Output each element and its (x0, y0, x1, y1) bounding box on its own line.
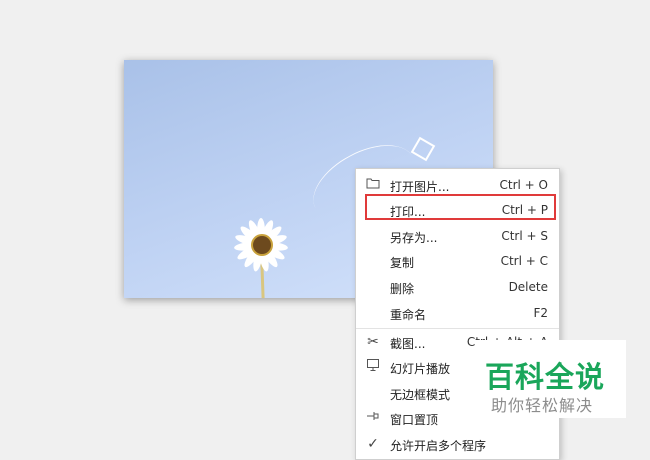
menu-item-open-image[interactable]: 打开图片... Ctrl + O (356, 173, 559, 198)
watermark-subtitle: 助你轻松解决 (491, 396, 594, 415)
watermark-title: 百科全说 (485, 360, 606, 394)
watermark: 百科全说 助你轻松解决 (475, 340, 626, 418)
menu-item-print[interactable]: 打印... Ctrl + P (356, 198, 559, 223)
menu-item-copy[interactable]: 复制 Ctrl + C (356, 249, 559, 274)
check-icon: ✓ (367, 436, 379, 452)
menu-item-allow-multiple[interactable]: ✓ 允许开启多个程序 (356, 432, 559, 457)
menu-item-rename[interactable]: 重命名 F2 (356, 301, 559, 326)
menu-item-delete[interactable]: 删除 Delete (356, 275, 559, 300)
scissors-icon: ✂ (367, 334, 379, 350)
kite-shape (410, 136, 436, 162)
daisy-flower (231, 215, 291, 275)
slideshow-icon (364, 358, 382, 376)
menu-separator (356, 328, 559, 329)
pin-icon (364, 409, 382, 427)
folder-icon (364, 176, 382, 194)
menu-item-save-as[interactable]: 另存为... Ctrl + S (356, 224, 559, 249)
